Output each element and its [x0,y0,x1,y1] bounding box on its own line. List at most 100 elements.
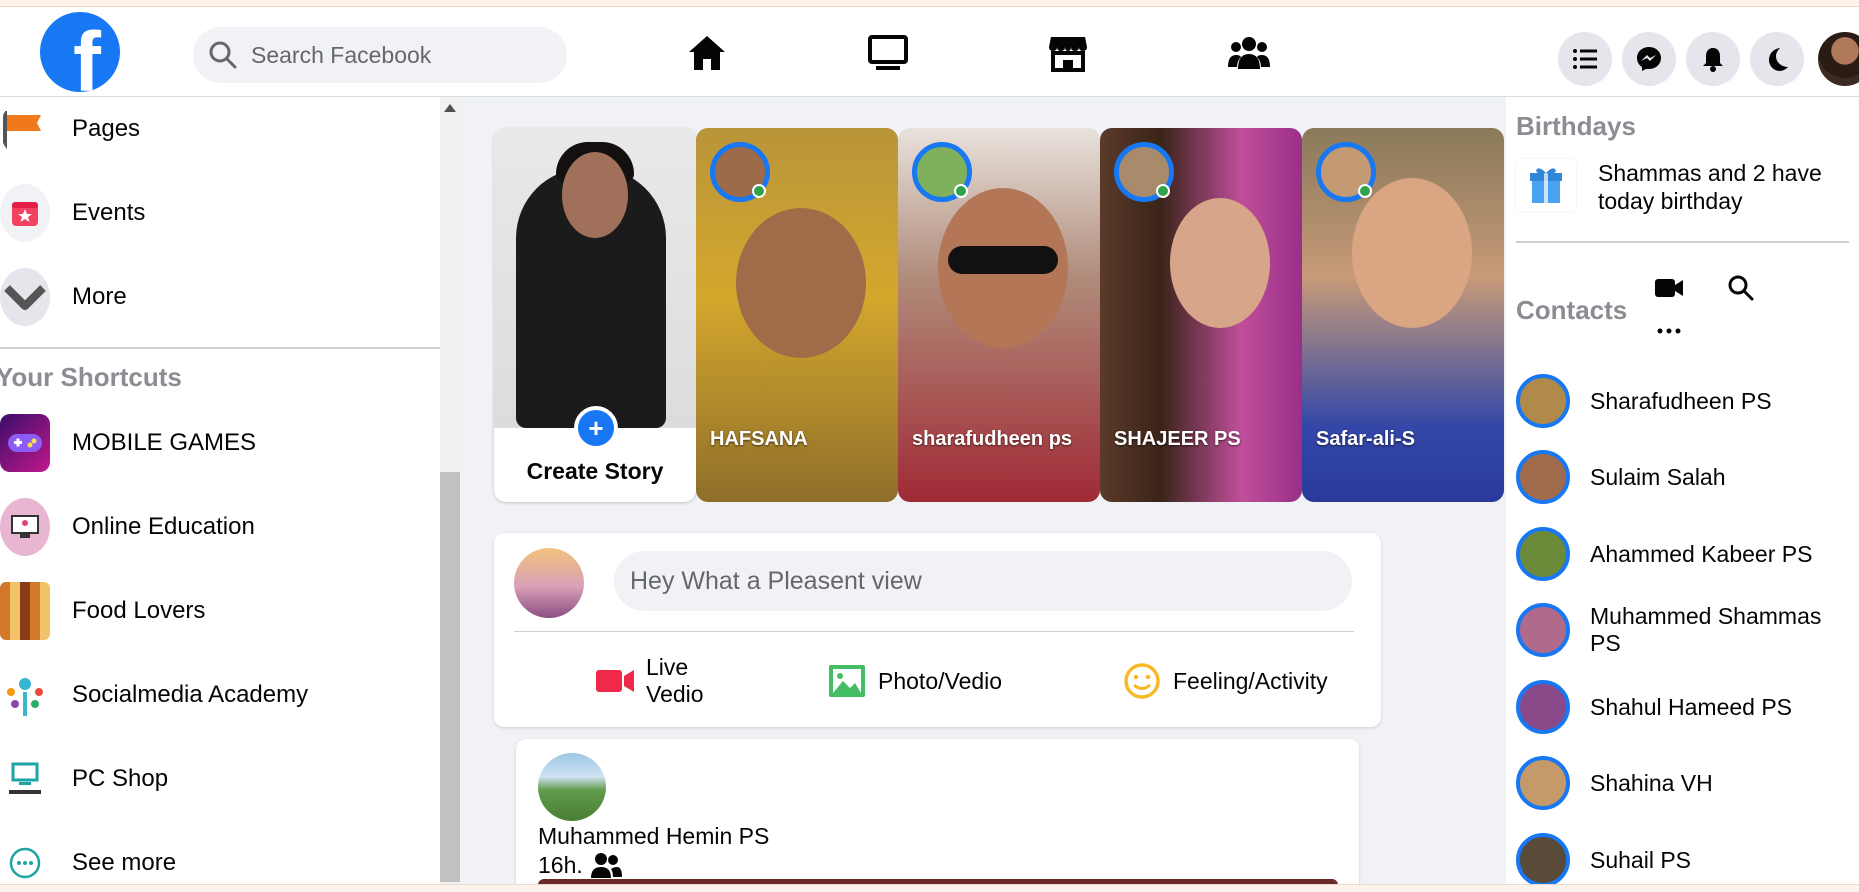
facebook-logo[interactable]: f [40,12,120,92]
nav-watch[interactable] [864,31,912,75]
composer-avatar[interactable] [514,548,584,618]
live-video-icon [596,670,634,692]
shortcuts-heading: Your Shortcuts [0,362,182,392]
contact-name: Suhail PS [1590,846,1692,873]
contact-item[interactable]: Shahul Hameed PS [1516,679,1856,735]
smiley-icon [1124,663,1160,699]
contact-item[interactable]: Sulaim Salah [1516,449,1856,505]
more-options-icon[interactable] [1652,321,1686,341]
feeling-activity-label: Feeling/Activity [1173,667,1328,694]
create-story-card[interactable]: + Create Story [494,128,696,502]
story-face [1352,178,1472,328]
calendar-star-icon [0,184,50,242]
nav-groups[interactable] [1225,31,1273,75]
shortcut-socialmedia-academy[interactable]: Socialmedia Academy [0,663,308,727]
live-video-label: Live Vedio [646,654,704,708]
home-icon [689,36,725,70]
add-story-plus-icon[interactable]: + [574,406,618,450]
story-card[interactable]: HAFSANA [696,128,898,502]
shortcut-label: See more [72,849,177,876]
contact-name: Muhammed Shammas PS [1590,603,1822,656]
sidebar-item-label: More [72,283,127,310]
online-status-dot [954,184,968,198]
story-person-face [562,152,628,238]
post-timestamp: 16h. [538,851,623,879]
contact-name: Sulaim Salah [1590,463,1726,490]
contact-avatar [1516,680,1570,734]
post-author-avatar[interactable] [538,753,606,821]
photo-video-button[interactable]: Photo/Vedio [826,651,1002,711]
post-author-name[interactable]: Muhammed Hemin PS [538,823,769,850]
feeling-activity-button[interactable]: Feeling/Activity [1121,651,1328,711]
right-sidebar: Birthdays Shammas and 2 have today birth… [1506,97,1859,892]
watch-icon [868,35,908,70]
birthday-text[interactable]: Shammas and 2 have today birthday [1598,159,1848,215]
shortcut-label: MOBILE GAMES [72,429,257,456]
story-card[interactable]: SHAJEER PS [1100,128,1302,502]
live-video-label-line2: Vedio [646,681,704,707]
profile-avatar[interactable] [1818,32,1859,86]
contact-name: Shahul Hameed PS [1590,693,1793,720]
friends-audience-icon [590,853,622,878]
contact-item[interactable]: Suhail PS [1516,832,1856,888]
video-call-icon[interactable] [1652,271,1686,305]
sunglasses [948,246,1058,274]
sidebar-item-pages[interactable]: Pages [0,97,140,161]
photo-video-label: Photo/Vedio [878,667,1003,694]
shortcut-food-lovers[interactable]: Food Lovers [0,579,205,643]
network-tree-icon [0,666,50,724]
scroll-up-arrow-icon[interactable] [444,104,456,112]
post-time-text: 16h. [538,851,583,878]
dark-mode-button[interactable] [1750,32,1804,86]
shortcut-pc-shop[interactable]: PC Shop [0,747,168,811]
dark-mode-icon [1769,48,1788,71]
contact-item[interactable]: Sharafudheen PS [1516,373,1856,429]
contacts-search-icon[interactable] [1724,271,1758,305]
contact-avatar [1516,833,1570,887]
stories-row: + Create Story HAFSANA sharafudheen ps S… [494,128,1505,502]
shortcut-label: Online Education [72,513,255,540]
contact-name: Shahina VH [1590,769,1713,796]
browser-bottom-strip [0,884,1859,892]
composer-divider [514,631,1354,632]
composer-input[interactable]: Hey What a Pleasent view [614,551,1352,611]
search-box[interactable] [193,27,567,83]
online-status-dot [1156,184,1170,198]
story-name: Safar-ali-S [1316,428,1415,450]
shortcut-see-more[interactable]: See more [0,831,176,892]
sidebar-scrollbar-thumb[interactable] [440,472,460,882]
story-card[interactable]: sharafudheen ps [898,128,1100,502]
search-icon [209,41,237,69]
search-input[interactable] [251,41,551,69]
sidebar-item-label: Events [72,199,146,226]
story-face [736,208,866,358]
left-sidebar: Pages Events More Your Shortcuts MOBILE … [0,97,460,892]
post-composer: Hey What a Pleasent view Live Vedio Photo… [494,533,1381,727]
food-icon [0,582,50,640]
shortcut-label: Food Lovers [72,597,206,624]
notifications-icon [1703,48,1723,72]
menu-button[interactable] [1558,32,1612,86]
facebook-logo-letter: f [73,15,101,92]
sidebar-item-events[interactable]: Events [0,181,145,245]
contact-avatar [1516,450,1570,504]
live-video-button[interactable]: Live Vedio [594,651,704,711]
sidebar-item-more[interactable]: More [0,265,127,329]
story-name: HAFSANA [710,428,808,450]
messenger-icon [1637,47,1661,71]
story-card[interactable]: Safar-ali-S [1302,128,1504,502]
contact-avatar [1516,527,1570,581]
right-divider [1516,241,1849,243]
nav-marketplace[interactable] [1044,31,1092,75]
notifications-button[interactable] [1686,32,1740,86]
browser-top-strip [0,0,1859,7]
contact-item[interactable]: Muhammed Shammas PS [1516,602,1856,658]
shortcut-online-education[interactable]: Online Education [0,495,255,559]
contact-item[interactable]: Shahina VH [1516,755,1856,811]
nav-home[interactable] [683,31,731,75]
contact-avatar [1516,756,1570,810]
groups-icon [1228,37,1270,69]
contact-item[interactable]: Ahammed Kabeer PS [1516,526,1856,582]
shortcut-mobile-games[interactable]: MOBILE GAMES [0,411,256,475]
messenger-button[interactable] [1622,32,1676,86]
